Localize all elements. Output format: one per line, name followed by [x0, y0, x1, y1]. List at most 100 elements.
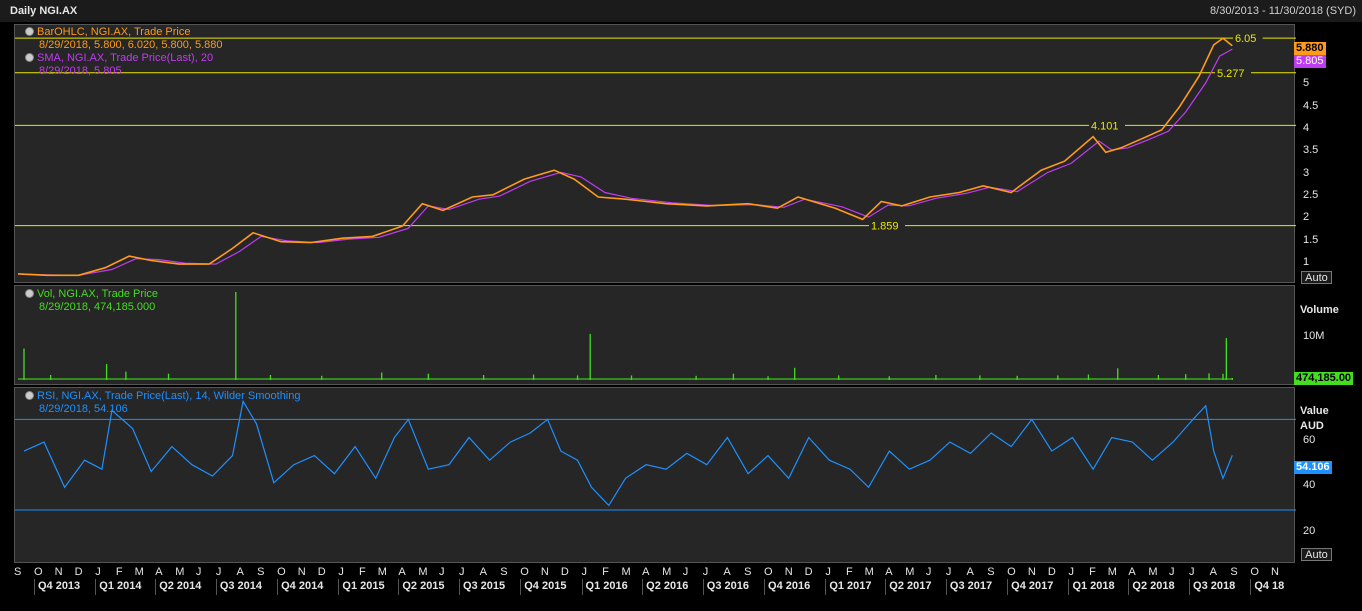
quarter-separator [155, 579, 157, 595]
month-tick: O [764, 566, 773, 578]
price-legend-values: 8/29/2018, 5.800, 6.020, 5.800, 5.880 [39, 39, 223, 51]
month-tick: J [1169, 566, 1175, 578]
quarter-separator [33, 579, 35, 595]
price-y-tick: 4 [1303, 121, 1310, 134]
month-tick: M [175, 566, 185, 578]
month-tick: M [1148, 566, 1158, 578]
month-tick: M [905, 566, 915, 578]
legend-toggle-icon[interactable] [25, 53, 34, 62]
quarter-separator [338, 579, 340, 595]
volume-chart [18, 292, 1233, 380]
rsi-auto-scale-button[interactable]: Auto [1301, 548, 1332, 561]
price-y-tick: 3 [1303, 166, 1310, 179]
month-tick: O [1007, 566, 1016, 578]
month-tick: M [621, 566, 631, 578]
quarter-label: Q4 2014 [281, 580, 324, 592]
sma-line [17, 48, 1233, 276]
volume-y-tick: 10M [1303, 330, 1325, 343]
quarter-separator [458, 579, 460, 595]
level-label: 4.101 [1091, 120, 1119, 132]
month-tick: J [1068, 566, 1074, 578]
quarter-separator [1068, 579, 1070, 595]
rsi-legend-label: RSI, NGI.AX, Trade Price(Last), 14, Wild… [37, 390, 301, 402]
month-tick: A [1209, 566, 1218, 578]
month-tick: A [642, 566, 650, 578]
month-tick: D [1047, 566, 1056, 578]
date-range: 8/30/2013 - 11/30/2018 (SYD) [1210, 5, 1356, 17]
legend-toggle-icon[interactable] [25, 391, 34, 400]
quarter-label: Q3 2017 [949, 580, 993, 592]
month-tick: J [825, 566, 831, 578]
quarter-label: Q2 2015 [402, 580, 445, 592]
legend-toggle-icon[interactable] [25, 27, 34, 36]
month-tick: J [581, 566, 588, 578]
month-tick: J [95, 566, 101, 578]
month-tick: A [885, 566, 893, 578]
volume-legend[interactable]: Vol, NGI.AX, Trade Price 8/29/2018, 474,… [25, 288, 158, 314]
quarter-label: Q2 2014 [159, 580, 202, 592]
month-tick: A [479, 566, 487, 578]
month-tick: N [297, 566, 306, 578]
price-panel[interactable]: 6.05 5.277 4.101 1.859 BarOHLC, NGI.AX, Tra… [14, 24, 1296, 283]
rsi-line [23, 399, 1233, 507]
quarter-separator [277, 579, 279, 595]
price-y-tick: 1 [1303, 256, 1310, 269]
quarter-label: Q4 2013 [37, 580, 81, 592]
month-tick: A [398, 566, 406, 578]
month-tick: D [560, 566, 569, 578]
price-y-tick: 2.5 [1303, 189, 1319, 201]
quarter-separator [1189, 579, 1191, 595]
quarter-separator [95, 579, 97, 595]
month-tick: S [987, 566, 995, 578]
volume-panel[interactable]: Vol, NGI.AX, Trade Price 8/29/2018, 474,… [14, 285, 1295, 385]
price-legend[interactable]: BarOHLC, NGI.AX, Trade Price 8/29/2018, … [25, 26, 223, 78]
legend-toggle-icon[interactable] [25, 289, 34, 298]
quarter-label: Q2 2016 [646, 580, 689, 592]
quarter-separator [885, 579, 887, 595]
month-tick: S [744, 566, 752, 578]
quarter-separator [1007, 579, 1009, 595]
quarter-label: Q1 2017 [829, 580, 872, 592]
month-tick: J [338, 566, 344, 578]
rsi-panel[interactable]: RSI, NGI.AX, Trade Price(Last), 14, Wild… [14, 387, 1296, 563]
rsi-badge: 54.106 [1294, 461, 1332, 474]
month-tick: J [682, 566, 689, 578]
month-tick: A [155, 566, 163, 578]
month-tick: J [945, 566, 952, 578]
month-tick: A [966, 566, 974, 578]
month-tick: D [317, 566, 326, 578]
month-tick: O [277, 566, 286, 578]
month-tick: J [1189, 566, 1195, 578]
level-label: 1.859 [871, 221, 899, 233]
rsi-legend-values: 8/29/2018, 54.106 [39, 403, 128, 415]
month-tick: J [438, 566, 445, 578]
price-auto-scale-button[interactable]: Auto [1301, 271, 1332, 284]
month-tick: J [458, 566, 465, 578]
month-tick: M [418, 566, 428, 578]
quarter-label: Q3 2018 [1193, 580, 1236, 592]
quarter-label: Q4 18 [1254, 580, 1285, 592]
month-tick: F [115, 566, 123, 578]
quarter-label: Q2 2017 [889, 580, 932, 592]
price-y-tick: 5 [1303, 77, 1310, 90]
price-y-tick: 3.5 [1303, 144, 1319, 157]
window-title-bar: Daily NGI.AX 8/30/2013 - 11/30/2018 (SYD… [0, 0, 1362, 22]
quarter-label: Q1 2018 [1072, 580, 1115, 592]
month-tick: M [1107, 566, 1117, 578]
quarter-label: Q3 2015 [462, 580, 506, 592]
month-tick: O [1250, 566, 1259, 578]
month-tick: J [925, 566, 932, 578]
volume-legend-label: Vol, NGI.AX, Trade Price [37, 288, 159, 300]
time-axis[interactable]: SONDJFMAMJJASONDJFMAMJJASONDJFMAMJJASOND… [0, 565, 1362, 611]
month-tick: J [215, 566, 222, 578]
quarter-label: Q2 2018 [1132, 580, 1175, 592]
month-tick: F [845, 566, 853, 578]
rsi-axis-title-value: Value [1300, 405, 1329, 417]
month-tick: O [520, 566, 529, 578]
month-tick: O [33, 566, 43, 578]
month-tick: A [236, 566, 244, 578]
month-tick: N [784, 566, 793, 578]
quarter-separator [1128, 579, 1130, 595]
month-tick: M [134, 566, 144, 578]
rsi-legend[interactable]: RSI, NGI.AX, Trade Price(Last), 14, Wild… [25, 390, 300, 416]
